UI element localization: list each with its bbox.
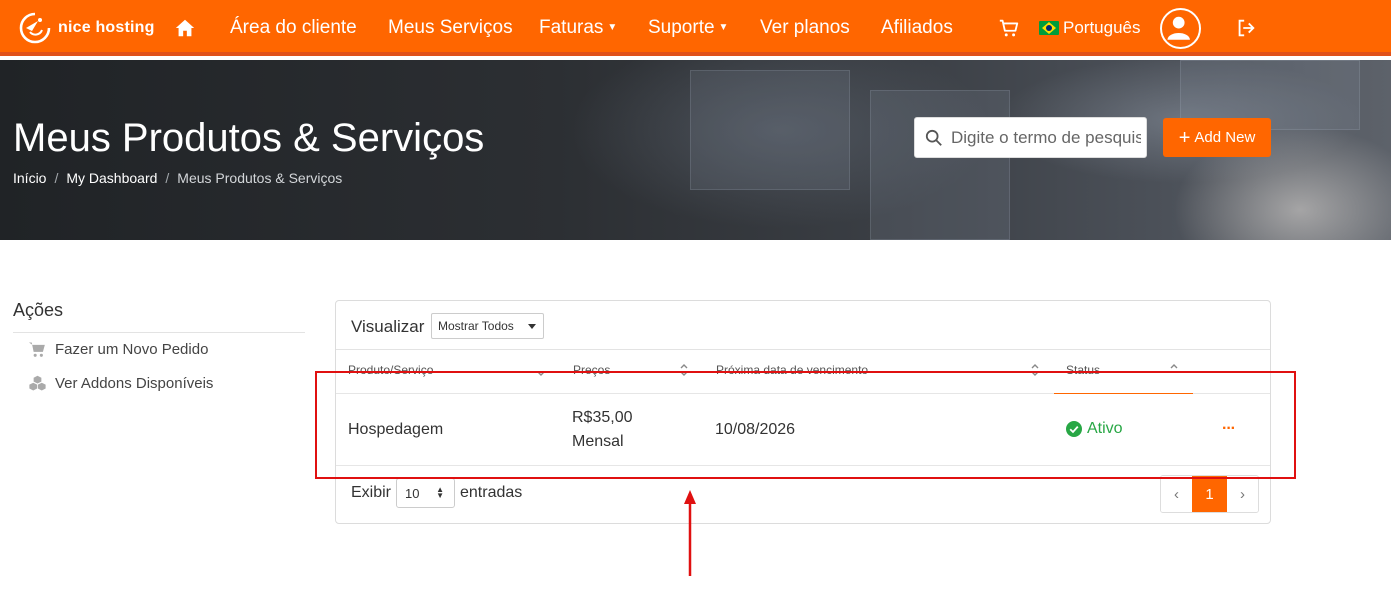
- add-new-label: Add New: [1194, 129, 1256, 146]
- pagination-next[interactable]: ›: [1227, 476, 1258, 512]
- search-box[interactable]: [914, 117, 1147, 158]
- page-title: Meus Produtos & Serviços: [13, 116, 485, 160]
- page-length-value: 10: [405, 485, 420, 501]
- user-silhouette: [1167, 16, 1190, 40]
- brand-logo[interactable]: nice hosting: [18, 10, 155, 46]
- search-input[interactable]: [951, 127, 1141, 148]
- home-icon[interactable]: [174, 17, 196, 39]
- breadcrumb-my-dashboard[interactable]: My Dashboard: [66, 170, 157, 186]
- page-header-hero: Meus Produtos & Serviços Início / My Das…: [0, 60, 1391, 240]
- nav-label: Área do cliente: [230, 17, 357, 38]
- cubes-icon: [29, 375, 46, 391]
- hero-bg-decoration: [870, 90, 1010, 240]
- nav-meus-servicos[interactable]: Meus Serviços: [388, 17, 513, 39]
- nav-label: Suporte: [648, 17, 715, 38]
- nav-area-do-cliente[interactable]: Área do cliente: [230, 17, 357, 39]
- breadcrumb: Início / My Dashboard / Meus Produtos & …: [13, 170, 342, 186]
- page-length-select[interactable]: 10 ▲ ▼: [396, 478, 455, 508]
- updown-arrows-icon: ▲ ▼: [436, 485, 444, 500]
- page-length-label: Exibir: [351, 484, 392, 501]
- nav-label: Meus Serviços: [388, 17, 513, 38]
- sidebar-title: Ações: [13, 300, 64, 320]
- nav-afiliados[interactable]: Afiliados: [881, 17, 953, 39]
- nav-ver-planos[interactable]: Ver planos: [760, 17, 850, 39]
- sidebar-divider: [13, 332, 305, 333]
- breadcrumb-inicio[interactable]: Início: [13, 170, 46, 186]
- view-filter-select[interactable]: Mostrar Todos: [431, 313, 544, 339]
- view-filter-value: Mostrar Todos: [438, 319, 514, 333]
- brand-logo-icon: [19, 12, 51, 44]
- nav-label: Afiliados: [881, 17, 953, 38]
- sidebar-item-addons[interactable]: Ver Addons Disponíveis: [28, 375, 213, 392]
- add-new-button[interactable]: + Add New: [1163, 118, 1271, 157]
- pagination: ‹ 1 ›: [1160, 475, 1259, 513]
- language-label: Português: [1063, 18, 1141, 37]
- breadcrumb-current: Meus Produtos & Serviços: [177, 170, 343, 186]
- chevron-down-icon: ▼: [718, 22, 729, 33]
- breadcrumb-separator: /: [54, 170, 59, 186]
- plus-icon: +: [1178, 126, 1191, 149]
- nav-label: Faturas: [539, 17, 604, 38]
- sidebar-item-novo-pedido[interactable]: Fazer um Novo Pedido: [28, 341, 208, 358]
- nav-faturas[interactable]: Faturas ▼: [539, 17, 617, 39]
- sidebar-item-label: Fazer um Novo Pedido: [55, 341, 209, 358]
- logout-icon[interactable]: [1235, 17, 1257, 39]
- top-navbar: nice hosting Área do cliente Meus Serviç…: [0, 0, 1391, 56]
- brazil-flag-icon: [1039, 21, 1059, 35]
- cart-icon[interactable]: [998, 17, 1020, 39]
- sidebar-item-label: Ver Addons Disponíveis: [55, 375, 214, 392]
- chevron-down-icon: ▼: [607, 22, 618, 33]
- pagination-prev[interactable]: ‹: [1161, 476, 1192, 512]
- annotation-highlight-box: [315, 371, 1296, 479]
- hero-bg-decoration: [690, 70, 850, 190]
- nav-label: Ver planos: [760, 17, 850, 38]
- user-avatar-icon[interactable]: [1160, 8, 1201, 49]
- view-filter-label: Visualizar: [351, 317, 425, 336]
- breadcrumb-separator: /: [165, 170, 170, 186]
- caret-down-icon: [528, 324, 536, 329]
- divider: [336, 349, 1270, 350]
- brand-name: nice hosting: [58, 19, 155, 36]
- annotation-arrow-icon: [684, 490, 696, 576]
- search-icon: [925, 129, 942, 146]
- page-length-suffix: entradas: [460, 484, 523, 501]
- language-selector[interactable]: Português: [1039, 18, 1141, 38]
- cart-icon: [29, 342, 45, 357]
- pagination-page-1[interactable]: 1: [1192, 476, 1227, 512]
- nav-suporte[interactable]: Suporte ▼: [648, 17, 728, 39]
